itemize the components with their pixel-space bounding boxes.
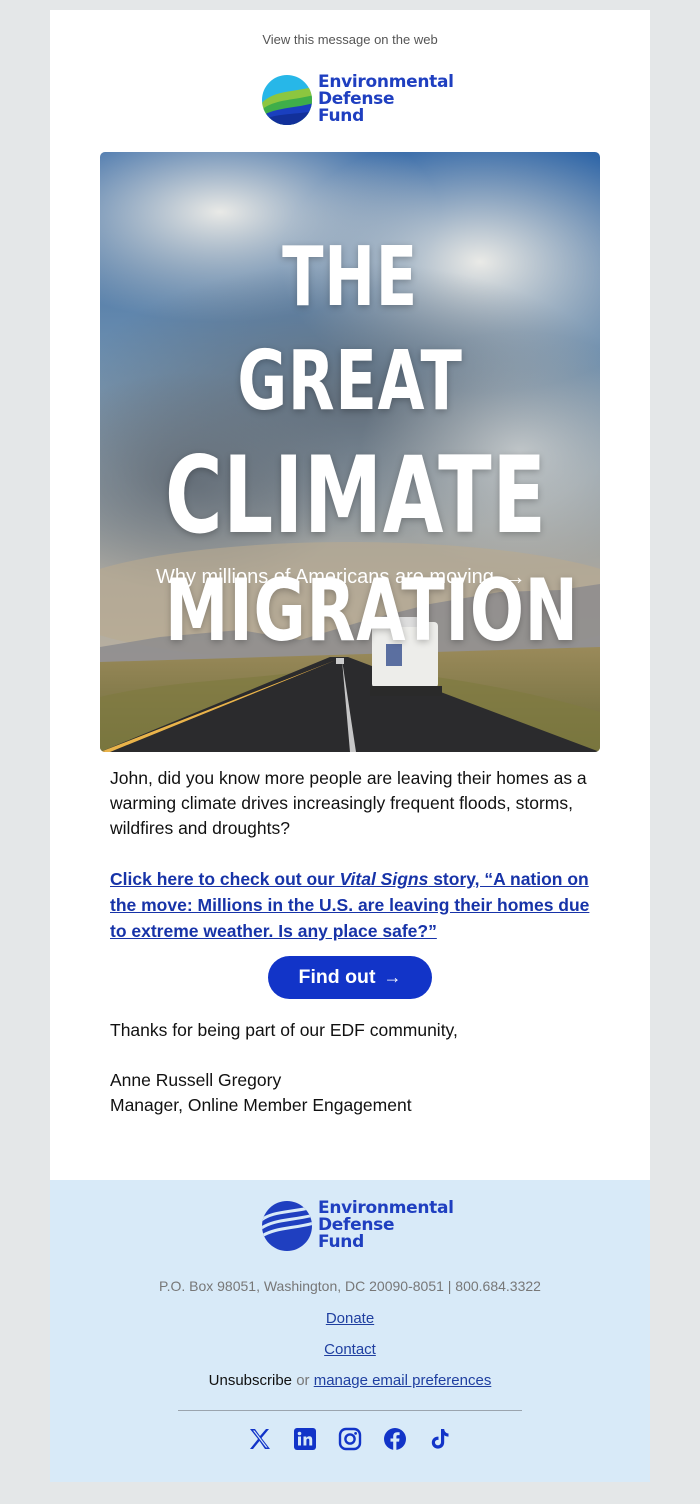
contact-link[interactable]: Contact — [324, 1341, 376, 1358]
email-container: View this message on the web Environment… — [50, 10, 650, 1482]
footer-edf-logo[interactable]: Environmental Defense Fund — [262, 1200, 454, 1251]
edf-logo[interactable]: Environmental Defense Fund — [262, 74, 454, 125]
intro-paragraph: John, did you know more people are leavi… — [110, 768, 587, 838]
arrow-right-icon: → — [503, 564, 526, 589]
find-out-button[interactable]: Find out → — [268, 956, 432, 999]
edf-logo-mono-icon — [262, 1200, 312, 1251]
signature: Anne Russell Gregory Manager, Online Mem… — [110, 1068, 590, 1118]
find-out-label: Find out — [298, 966, 376, 988]
facebook-icon[interactable] — [382, 1426, 408, 1452]
social-links — [50, 1426, 650, 1452]
footer: Environmental Defense Fund P.O. Box 9805… — [50, 1180, 650, 1482]
hero-title: THE GREAT CLIMATE MIGRATION — [100, 226, 600, 664]
hero-image[interactable]: THE GREAT CLIMATE MIGRATION Why millions… — [100, 152, 600, 752]
unsubscribe-row: Unsubscribe or manage email preferences — [50, 1372, 650, 1389]
linkedin-icon[interactable] — [292, 1426, 318, 1452]
footer-logo-line-3: Fund — [318, 1232, 364, 1252]
link-prefix: Click here to check out our — [110, 869, 340, 889]
signature-name: Anne Russell Gregory — [110, 1070, 282, 1090]
donate-link[interactable]: Donate — [326, 1310, 374, 1327]
view-on-web-link[interactable]: View this message on the web — [50, 32, 650, 47]
hero-title-line-1: THE GREAT — [237, 230, 463, 429]
link-italic: Vital Signs — [339, 869, 429, 889]
unsubscribe-link[interactable]: Unsubscribe — [209, 1372, 292, 1389]
hero-subtitle-text: Why millions of Americans are moving — [156, 565, 494, 588]
hero-title-line-2: CLIMATE — [165, 434, 547, 557]
or-text: or — [296, 1372, 310, 1389]
thanks-text: Thanks for being part of our EDF communi… — [110, 1020, 458, 1040]
instagram-icon[interactable] — [337, 1426, 363, 1452]
x-icon[interactable] — [247, 1426, 273, 1452]
logo-wordmark: Environmental Defense Fund — [318, 74, 454, 125]
footer-logo-wordmark: Environmental Defense Fund — [318, 1200, 454, 1251]
edf-logo-icon — [262, 74, 312, 125]
contact-link-row: Contact — [50, 1341, 650, 1358]
manage-preferences-link[interactable]: manage email preferences — [314, 1372, 492, 1389]
donate-link-row: Donate — [50, 1310, 650, 1327]
signature-title: Manager, Online Member Engagement — [110, 1095, 412, 1115]
footer-address: P.O. Box 98051, Washington, DC 20090-805… — [159, 1278, 541, 1294]
logo-line-3: Fund — [318, 106, 364, 126]
arrow-right-icon: → — [383, 967, 402, 987]
hero-subtitle[interactable]: Why millions of Americans are moving → — [156, 564, 526, 590]
footer-divider — [178, 1410, 522, 1411]
tiktok-icon[interactable] — [427, 1426, 453, 1452]
vital-signs-story-link[interactable]: Click here to check out our Vital Signs … — [110, 866, 590, 944]
